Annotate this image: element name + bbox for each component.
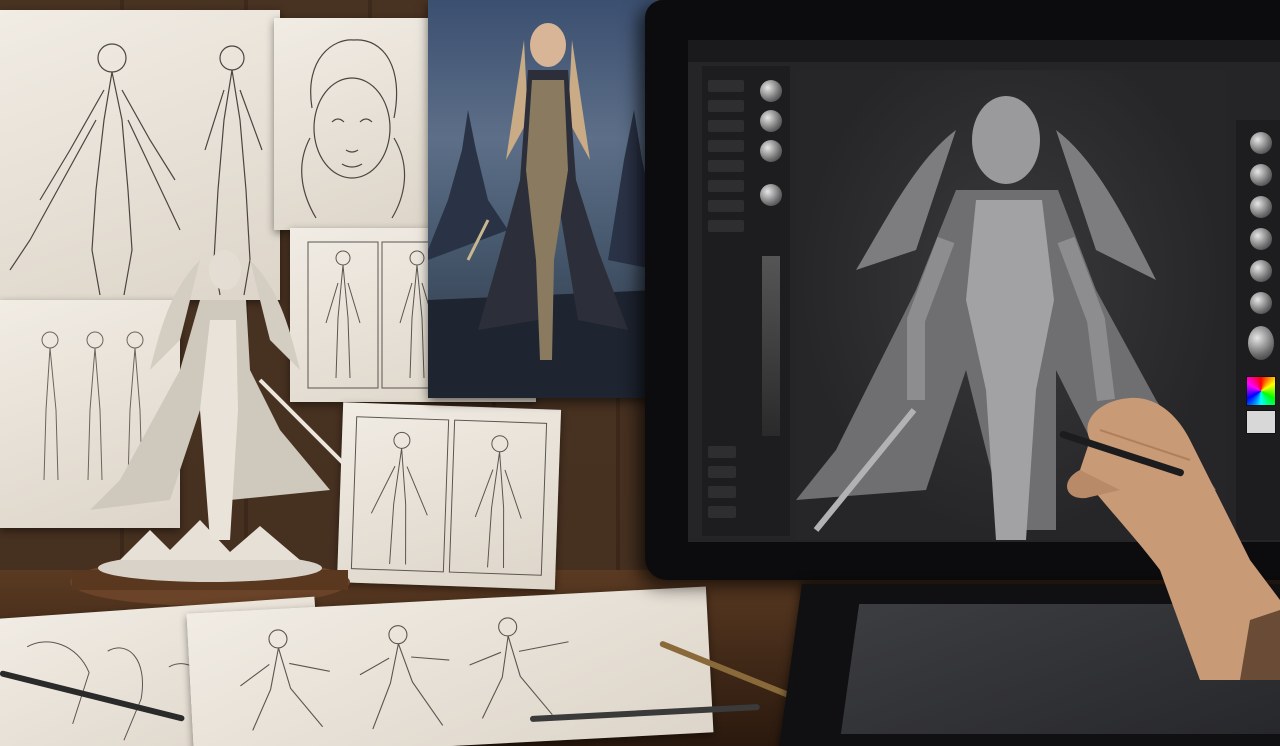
tool-row[interactable] xyxy=(708,180,744,192)
material-sphere-icon[interactable] xyxy=(1250,164,1272,186)
tool-row[interactable] xyxy=(708,486,736,498)
artist-hand xyxy=(1067,397,1280,680)
material-sphere-icon[interactable] xyxy=(1248,326,1274,360)
material-sphere-icon[interactable] xyxy=(1250,132,1272,154)
slider-track[interactable] xyxy=(762,256,780,436)
material-sphere-icon[interactable] xyxy=(760,184,782,206)
tool-row[interactable] xyxy=(708,506,736,518)
lower-sheet-sketch xyxy=(350,416,548,576)
tool-row[interactable] xyxy=(708,120,744,132)
desk-sketch-sheet-right xyxy=(186,586,714,746)
tool-panel[interactable] xyxy=(702,66,790,536)
face-sketch xyxy=(301,39,406,219)
sketch-sheet-lower xyxy=(336,402,562,590)
app-menu-bar[interactable] xyxy=(688,40,1280,62)
material-sphere-icon[interactable] xyxy=(1250,228,1272,250)
studio-scene xyxy=(0,0,1280,746)
tool-row[interactable] xyxy=(708,220,744,232)
tool-row[interactable] xyxy=(708,160,744,172)
material-sphere-icon[interactable] xyxy=(1250,292,1272,314)
tool-row[interactable] xyxy=(708,466,736,478)
figurine-statue xyxy=(70,250,352,606)
poster-illustration xyxy=(428,23,658,398)
tool-row[interactable] xyxy=(708,140,744,152)
tool-row[interactable] xyxy=(708,100,744,112)
desk-right-sketch xyxy=(240,617,569,731)
sketch-sheet-face xyxy=(274,18,430,230)
tool-row[interactable] xyxy=(708,446,736,458)
material-sphere-icon[interactable] xyxy=(1250,260,1272,282)
brush-icon[interactable] xyxy=(760,80,782,102)
tool-row[interactable] xyxy=(708,80,744,92)
brush-icon[interactable] xyxy=(760,140,782,162)
tool-row[interactable] xyxy=(708,200,744,212)
brush-icon[interactable] xyxy=(760,110,782,132)
material-sphere-icon[interactable] xyxy=(1250,196,1272,218)
concept-art-poster xyxy=(428,0,658,398)
